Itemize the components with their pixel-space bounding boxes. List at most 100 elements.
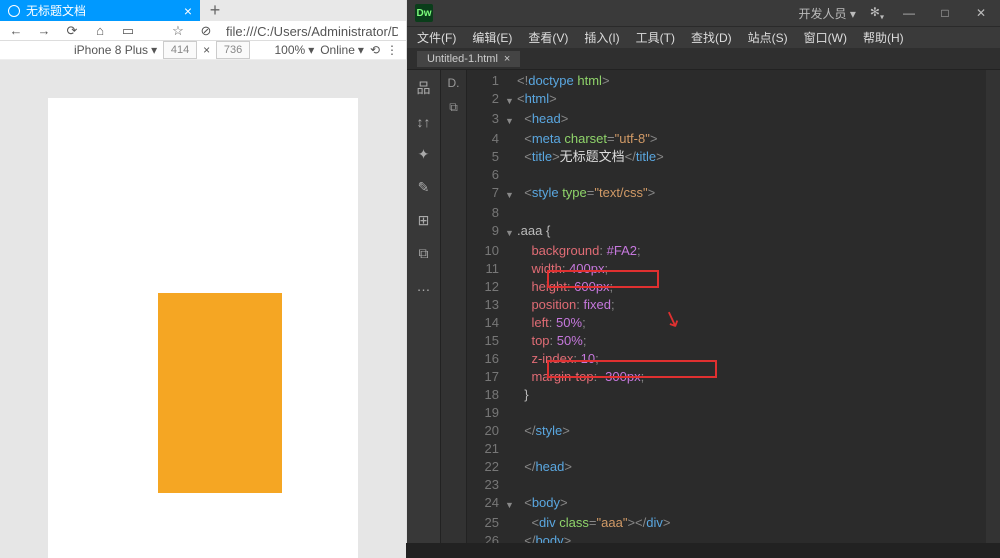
code-content: <body> [517, 494, 1000, 514]
menu-edit[interactable]: 编辑(E) [472, 29, 512, 46]
fold-icon[interactable]: ▼ [505, 90, 517, 110]
rail-icon-star[interactable]: ✦ [418, 146, 430, 163]
fold-icon[interactable] [505, 260, 517, 278]
back-button[interactable]: ← [8, 23, 24, 38]
tab-close-button[interactable]: × [184, 3, 192, 19]
rail-icon-wand[interactable]: ✎ [418, 179, 430, 196]
code-line[interactable]: 3▼ <head> [467, 110, 1000, 130]
menu-help[interactable]: 帮助(H) [863, 29, 904, 46]
fold-icon[interactable] [505, 242, 517, 260]
code-line[interactable]: 17 margin-top: -300px; [467, 368, 1000, 386]
width-input[interactable] [163, 41, 197, 59]
reload-button[interactable]: ⟳ [64, 23, 80, 39]
code-line[interactable]: 23 [467, 476, 1000, 494]
gear-icon[interactable]: ✻▾ [870, 5, 884, 21]
fold-icon[interactable] [505, 72, 517, 90]
code-line[interactable]: 22 </head> [467, 458, 1000, 476]
code-line[interactable]: 26 </body> [467, 532, 1000, 543]
code-line[interactable]: 8 [467, 204, 1000, 222]
fold-icon[interactable]: ▼ [505, 494, 517, 514]
rail-icon-files[interactable]: 品 [417, 78, 431, 98]
browser-tab-active[interactable]: 无标题文档 × [0, 0, 200, 21]
fold-icon[interactable] [505, 350, 517, 368]
code-line[interactable]: 4 <meta charset="utf-8"> [467, 130, 1000, 148]
zoom-dropdown[interactable]: 100% ▾ [274, 43, 314, 57]
code-line[interactable]: 11 width: 400px; [467, 260, 1000, 278]
menu-site[interactable]: 站点(S) [748, 29, 788, 46]
code-line[interactable]: 24▼ <body> [467, 494, 1000, 514]
fold-icon[interactable] [505, 386, 517, 404]
home-button[interactable]: ⌂ [92, 23, 108, 38]
code-line[interactable]: 6 [467, 166, 1000, 184]
code-line[interactable]: 20 </style> [467, 422, 1000, 440]
code-line[interactable]: 14 left: 50%; [467, 314, 1000, 332]
close-button[interactable]: ✕ [970, 6, 992, 20]
fold-icon[interactable] [505, 130, 517, 148]
code-line[interactable]: 25 <div class="aaa"></div> [467, 514, 1000, 532]
doc-tab-close[interactable]: × [504, 53, 510, 65]
code-line[interactable]: 10 background: #FA2; [467, 242, 1000, 260]
code-line[interactable]: 9▼.aaa { [467, 222, 1000, 242]
code-line[interactable]: 18 } [467, 386, 1000, 404]
fold-icon[interactable] [505, 368, 517, 386]
code-line[interactable]: 19 [467, 404, 1000, 422]
kebab-icon[interactable]: ⋮ [386, 43, 398, 57]
dw-menubar: 文件(F) 编辑(E) 查看(V) 插入(I) 工具(T) 查找(D) 站点(S… [407, 26, 1000, 48]
mini-rail-icon-2[interactable]: ⧉ [449, 100, 458, 115]
network-dropdown[interactable]: Online ▾ [320, 43, 364, 57]
code-line[interactable]: 13 position: fixed; [467, 296, 1000, 314]
fold-icon[interactable] [505, 476, 517, 494]
line-number: 24 [467, 494, 505, 514]
code-line[interactable]: 2▼<html> [467, 90, 1000, 110]
rail-icon-grid[interactable]: ⊞ [418, 212, 430, 229]
minimize-button[interactable]: — [898, 6, 920, 20]
code-line[interactable]: 7▼ <style type="text/css"> [467, 184, 1000, 204]
fold-icon[interactable] [505, 514, 517, 532]
menu-insert[interactable]: 插入(I) [584, 29, 619, 46]
code-content: </style> [517, 422, 1000, 440]
rail-icon-wrap[interactable]: ⧉ [419, 245, 429, 262]
code-line[interactable]: 1<!doctype html> [467, 72, 1000, 90]
fold-icon[interactable]: ▼ [505, 184, 517, 204]
device-dropdown[interactable]: iPhone 8 Plus ▾ [74, 43, 157, 57]
code-line[interactable]: 12 height: 600px; [467, 278, 1000, 296]
rotate-icon[interactable]: ⟲ [370, 43, 380, 57]
menu-file[interactable]: 文件(F) [417, 29, 456, 46]
bookmark-icon[interactable]: ☆ [170, 23, 186, 39]
fold-icon[interactable] [505, 332, 517, 350]
fold-icon[interactable]: ▼ [505, 222, 517, 242]
rail-icon-more[interactable]: … [417, 278, 431, 294]
fold-icon[interactable] [505, 532, 517, 543]
fold-icon[interactable] [505, 296, 517, 314]
fold-icon[interactable] [505, 404, 517, 422]
fold-icon[interactable] [505, 204, 517, 222]
menu-find[interactable]: 查找(D) [691, 29, 732, 46]
workspace-dropdown[interactable]: 开发人员 ▾ [799, 5, 856, 22]
fold-icon[interactable] [505, 278, 517, 296]
fold-icon[interactable] [505, 148, 517, 166]
document-tab[interactable]: Untitled-1.html × [417, 51, 520, 67]
menu-window[interactable]: 窗口(W) [804, 29, 847, 46]
maximize-button[interactable]: □ [934, 6, 956, 20]
new-tab-button[interactable]: + [200, 0, 230, 21]
fold-icon[interactable] [505, 422, 517, 440]
forward-button[interactable]: → [36, 23, 52, 38]
reader-button[interactable]: ▭ [120, 23, 136, 39]
menu-view[interactable]: 查看(V) [528, 29, 568, 46]
editor-scrollbar[interactable] [986, 70, 1000, 543]
mini-rail-icon-1[interactable]: D. [448, 76, 460, 90]
code-line[interactable]: 5 <title>无标题文档</title> [467, 148, 1000, 166]
code-line[interactable]: 16 z-index: 10; [467, 350, 1000, 368]
fold-icon[interactable] [505, 440, 517, 458]
fold-icon[interactable] [505, 458, 517, 476]
code-editor[interactable]: ↘ 1<!doctype html>2▼<html>3▼ <head>4 <me… [467, 70, 1000, 543]
url-text[interactable]: file:///C:/Users/Administrator/Desktop/新 [226, 21, 398, 40]
height-input[interactable] [216, 41, 250, 59]
fold-icon[interactable] [505, 166, 517, 184]
fold-icon[interactable] [505, 314, 517, 332]
fold-icon[interactable]: ▼ [505, 110, 517, 130]
code-line[interactable]: 15 top: 50%; [467, 332, 1000, 350]
menu-tools[interactable]: 工具(T) [636, 29, 675, 46]
rail-icon-swap[interactable]: ↕↑ [417, 114, 431, 130]
code-line[interactable]: 21 [467, 440, 1000, 458]
